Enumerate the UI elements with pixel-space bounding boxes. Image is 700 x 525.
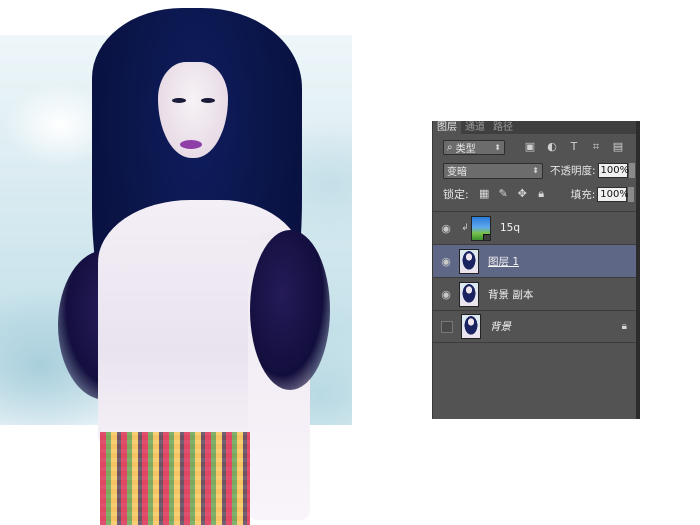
layer-row-15q[interactable]: ◉ ↲ 15q [433,211,639,244]
opacity-field[interactable]: 100% [597,163,629,178]
filter-type-select[interactable]: ⌕ 类型 ⬍ [443,139,505,155]
layer-row-layer1[interactable]: ◉ 图层 1 [433,244,639,277]
layer-thumbnail [459,281,479,307]
lock-transparent-icon[interactable]: ▦ [475,187,494,201]
photo-hair-curls-right [250,230,330,390]
smartobject-filter-icon[interactable]: ▤ [607,140,629,154]
type-filter-icon[interactable]: T [563,140,585,154]
lock-move-icon[interactable]: ✥ [513,187,532,201]
blend-row: 变暗 ⬍ 不透明度: 100% [443,162,635,179]
filter-icons: ▣ ◐ T ⌗ ▤ [519,140,629,154]
updown-arrows-icon: ⬍ [494,142,501,152]
layer-thumbnail [471,215,491,241]
adjustment-filter-icon[interactable]: ◐ [541,140,563,154]
smartobject-badge-icon [483,233,490,240]
panel-tabs: 图层 通道 路径 [433,121,639,134]
layer-thumbnail [459,248,479,274]
filter-row: ⌕ 类型 ⬍ ▣ ◐ T ⌗ ▤ [443,139,629,155]
lock-all-icon[interactable]: 🔒︎ [532,187,551,201]
eye-icon[interactable]: ◉ [433,222,459,235]
lock-label: 锁定: [443,188,469,201]
search-icon: ⌕ [447,141,453,153]
layer-name[interactable]: 背景 [490,319,511,334]
visibility-toggle-off[interactable] [441,320,453,333]
eye-icon[interactable]: ◉ [433,288,459,301]
fill-dropdown-button[interactable] [628,186,635,202]
blend-mode-select[interactable]: 变暗 ⬍ [443,162,543,179]
fill-label: 填充: [570,188,596,201]
eye-icon[interactable]: ◉ [433,255,459,268]
updown-arrows-icon: ⬍ [532,166,539,175]
photo-lips [180,140,202,149]
panel-scroll-edge [636,121,640,419]
opacity-label: 不透明度: [550,165,596,177]
lock-paint-icon[interactable]: ✎ [494,187,513,201]
layer-name[interactable]: 图层 1 [488,254,519,269]
layer-row-background-copy[interactable]: ◉ 背景 副本 [433,277,639,310]
filter-type-label: 类型 [455,143,476,155]
shape-filter-icon[interactable]: ⌗ [585,140,607,154]
photo-skirt [100,432,250,525]
layer-thumbnail [461,314,481,339]
tab-paths[interactable]: 路径 [489,121,517,134]
lock-icon: 🔒︎ [621,321,627,332]
image-filter-icon[interactable]: ▣ [519,140,541,154]
opacity-dropdown-button[interactable] [628,163,635,178]
layer-name[interactable]: 背景 副本 [488,287,533,302]
lock-icons: ▦ ✎ ✥ 🔒︎ [475,187,551,201]
clipping-arrow-icon: ↲ [461,223,469,233]
tab-channels[interactable]: 通道 [461,121,489,134]
fill-field[interactable]: 100% [597,186,629,202]
layer-name[interactable]: 15q [500,222,520,234]
layer-row-background[interactable]: 背景 🔒︎ [433,310,639,343]
tab-layers[interactable]: 图层 [433,121,461,134]
photo-eye-left [172,98,186,103]
layers-panel: 图层 通道 路径 ⌕ 类型 ⬍ ▣ ◐ T ⌗ ▤ 变暗 ⬍ 不透明度: 100… [432,121,639,419]
blend-mode-value: 变暗 [447,167,467,178]
lock-row: 锁定: ▦ ✎ ✥ 🔒︎ 填充: 100% [443,186,635,202]
canvas-photo [0,0,355,525]
photo-eye-right [201,98,215,103]
